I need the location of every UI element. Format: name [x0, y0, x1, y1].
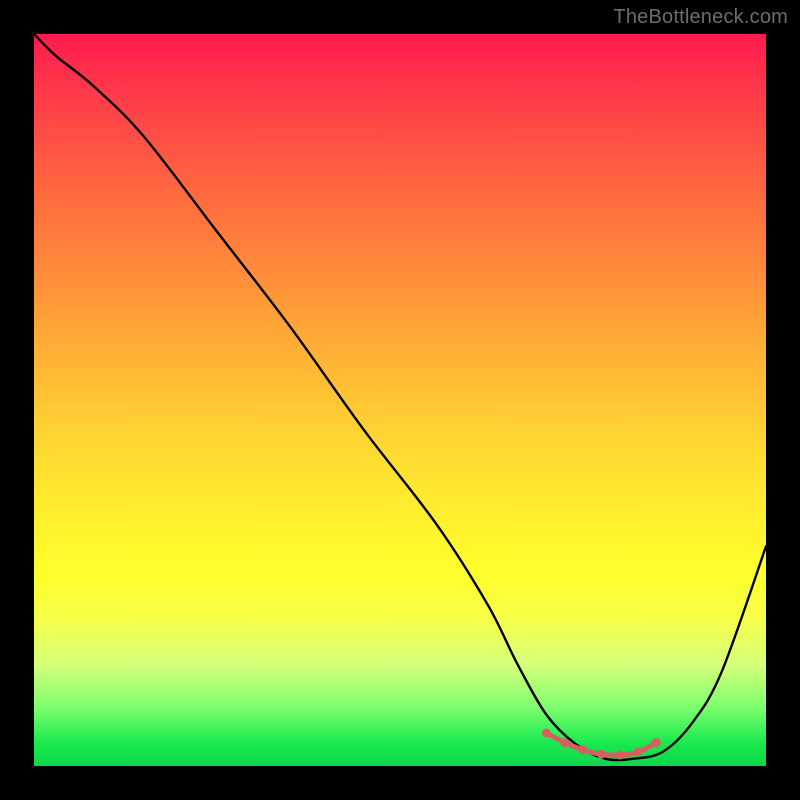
bottleneck-curve	[34, 34, 766, 760]
curve-svg	[34, 34, 766, 766]
optimal-range-dot	[560, 738, 569, 747]
optimal-range-dot	[597, 750, 606, 759]
optimal-range-dot	[652, 738, 661, 747]
optimal-range-dot	[633, 748, 642, 757]
optimal-range-dot	[542, 729, 551, 738]
watermark-text: TheBottleneck.com	[613, 6, 788, 29]
optimal-range-dot	[615, 751, 624, 760]
chart-frame: TheBottleneck.com	[0, 0, 800, 800]
plot-area	[34, 34, 766, 766]
optimal-range-markers	[542, 729, 661, 760]
optimal-range-dot	[579, 745, 588, 754]
